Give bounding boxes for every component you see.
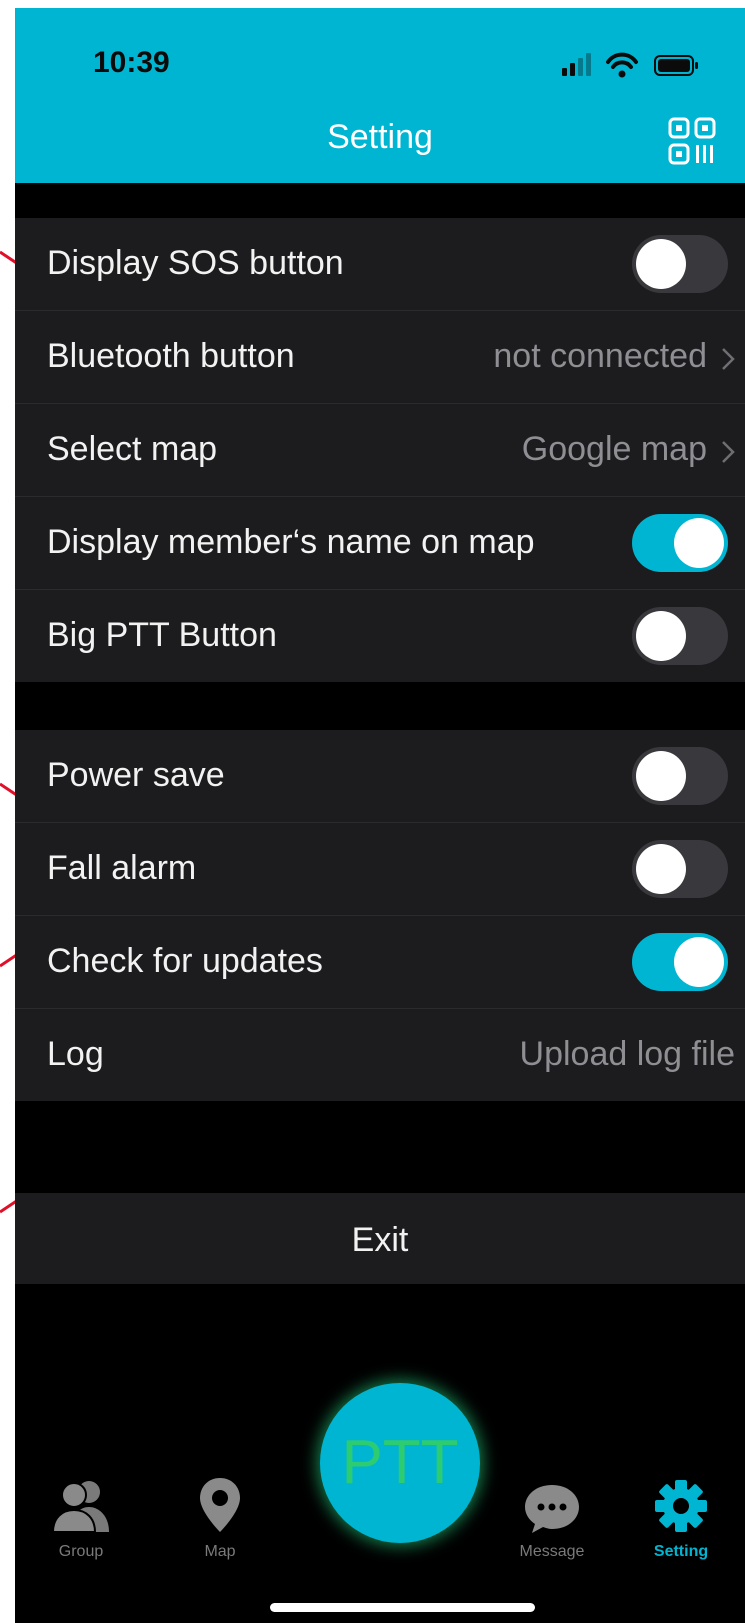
tab-label: Group xyxy=(58,1543,104,1560)
row-log[interactable]: Log Upload log file xyxy=(15,1009,745,1101)
selected-map: Google map xyxy=(521,430,707,468)
qr-code-icon xyxy=(668,117,716,165)
tab-label: Message xyxy=(519,1543,585,1560)
toggle-knob xyxy=(674,518,724,568)
row-label: Select map xyxy=(47,430,218,468)
upload-log-link[interactable]: Upload log file xyxy=(520,1035,735,1074)
exit-button[interactable]: Exit xyxy=(15,1193,745,1284)
app-screen: 10:39 Setting Display SOS button Bluetoo… xyxy=(15,8,745,1623)
message-icon xyxy=(525,1485,579,1533)
row-fall-alarm: Fall alarm xyxy=(15,823,745,916)
row-label: Check for updates xyxy=(47,942,323,980)
qr-scan-button[interactable] xyxy=(665,114,719,168)
sos-toggle[interactable] xyxy=(632,235,728,293)
page-title: Setting xyxy=(327,118,433,156)
row-label: Power save xyxy=(47,756,225,794)
battery-icon xyxy=(654,55,698,76)
row-select-map[interactable]: Select map Google map xyxy=(15,404,745,497)
power-save-toggle[interactable] xyxy=(632,747,728,805)
ptt-label: PTT xyxy=(341,1428,459,1497)
wifi-icon xyxy=(606,52,638,78)
row-label: Big PTT Button xyxy=(47,616,277,654)
row-bluetooth-button[interactable]: Bluetooth button not connected xyxy=(15,311,745,404)
gear-icon xyxy=(655,1480,707,1532)
status-time: 10:39 xyxy=(93,46,170,79)
home-indicator xyxy=(270,1603,535,1612)
tab-map[interactable]: Map xyxy=(195,1476,245,1561)
toggle-knob xyxy=(636,751,686,801)
group-icon xyxy=(51,1481,109,1533)
row-display-sos: Display SOS button xyxy=(15,218,745,311)
bluetooth-status: not connected xyxy=(493,337,707,375)
status-icons xyxy=(560,50,710,85)
check-updates-toggle[interactable] xyxy=(632,933,728,991)
settings-group-2: Power save Fall alarm Check for updates … xyxy=(15,730,745,1101)
row-display-member-name: Display member‘s name on map xyxy=(15,497,745,590)
toggle-knob xyxy=(636,844,686,894)
tab-label: Setting xyxy=(653,1543,709,1560)
settings-group-1: Display SOS button Bluetooth button not … xyxy=(15,218,745,682)
map-pin-icon xyxy=(200,1478,240,1532)
row-label: Log xyxy=(47,1035,104,1073)
fall-alarm-toggle[interactable] xyxy=(632,840,728,898)
big-ptt-toggle[interactable] xyxy=(632,607,728,665)
toggle-knob xyxy=(636,611,686,661)
member-name-toggle[interactable] xyxy=(632,514,728,572)
ptt-button[interactable]: PTT xyxy=(320,1383,480,1543)
toggle-knob xyxy=(674,937,724,987)
row-check-updates: Check for updates xyxy=(15,916,745,1009)
header-bar: 10:39 Setting xyxy=(15,8,745,183)
toggle-knob xyxy=(636,239,686,289)
chevron-right-icon xyxy=(722,348,735,370)
row-power-save: Power save xyxy=(15,730,745,823)
row-label: Fall alarm xyxy=(47,849,197,887)
tab-group[interactable]: Group xyxy=(45,1478,117,1561)
row-label: Bluetooth button xyxy=(47,337,295,375)
tab-label: Map xyxy=(204,1543,236,1560)
cellular-signal-icon xyxy=(562,53,591,76)
tab-setting[interactable]: Setting xyxy=(643,1478,719,1561)
row-label: Display SOS button xyxy=(47,244,344,282)
tab-message[interactable]: Message xyxy=(507,1482,597,1561)
exit-label: Exit xyxy=(351,1221,409,1259)
chevron-right-icon xyxy=(722,441,735,463)
row-label: Display member‘s name on map xyxy=(47,523,535,561)
row-big-ptt-button: Big PTT Button xyxy=(15,590,745,682)
